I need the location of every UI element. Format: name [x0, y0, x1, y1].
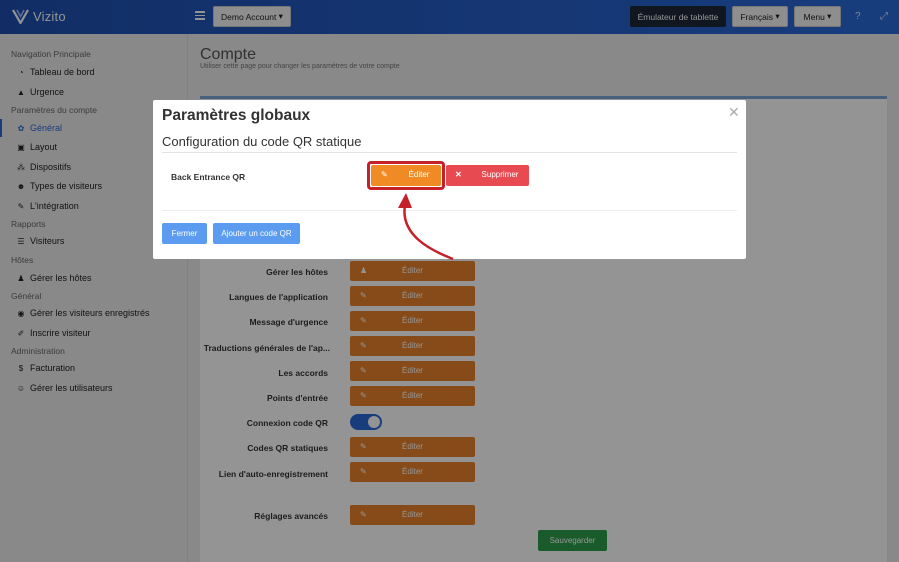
close-icon[interactable]: ✕	[728, 104, 740, 121]
modal-subtitle: Configuration du code QR statique	[162, 134, 362, 149]
divider	[162, 210, 737, 211]
modal-title: Paramètres globaux	[162, 107, 311, 124]
close-button-label: Fermer	[171, 229, 198, 238]
modal-backdrop[interactable]	[0, 0, 899, 562]
highlight-box	[367, 161, 445, 190]
add-qr-button-label: Ajouter un code QR	[221, 229, 292, 238]
close-button[interactable]: Fermer	[162, 223, 207, 244]
add-qr-code-button[interactable]: Ajouter un code QR	[213, 223, 300, 244]
divider	[162, 152, 737, 153]
global-settings-modal: Paramètres globaux ✕ Configuration du co…	[153, 100, 746, 259]
qr-delete-button[interactable]: ✕ Supprimer	[446, 165, 529, 186]
close-icon: ✕	[455, 170, 462, 179]
delete-button-label: Supprimer	[481, 170, 519, 179]
qr-code-name: Back Entrance QR	[171, 172, 246, 182]
